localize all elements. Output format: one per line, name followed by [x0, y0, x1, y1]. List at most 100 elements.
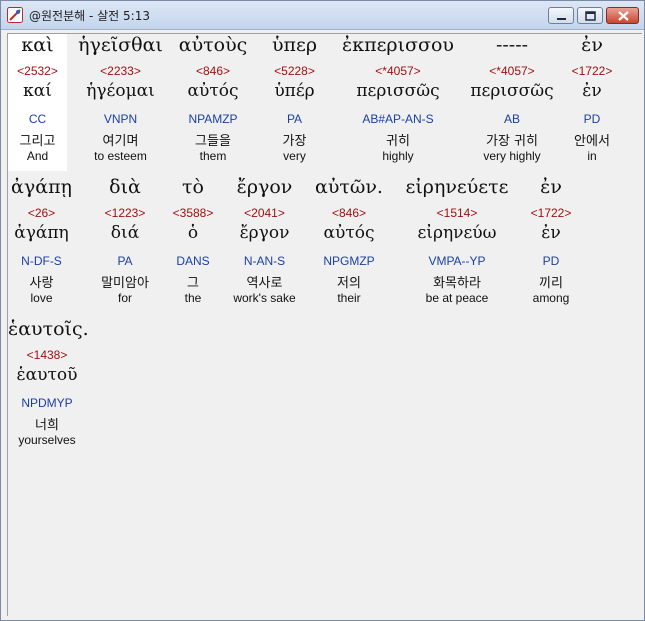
word-kor: 그 [187, 276, 199, 291]
word-num: <1514> [436, 206, 478, 220]
word-column[interactable]: ἔργον <2041> ἔργον N-AN-S 역사로 work's sake [221, 176, 308, 312]
word-num: <2233> [100, 64, 141, 78]
word-kor: 가장 귀히 [486, 134, 538, 149]
word-greek: ἀγάπῃ [11, 176, 72, 198]
word-greek: ἐν [581, 34, 603, 56]
word-column[interactable]: ἐν <1722> ἐν PD 끼리 among [521, 176, 581, 312]
word-eng: be at peace [425, 291, 489, 305]
word-eng: their [337, 291, 361, 305]
word-num: <846> [331, 206, 367, 220]
word-lemma: ἑαυτοῦ [16, 365, 78, 385]
word-column[interactable]: τὸ <3588> ὁ DANS 그 the [168, 176, 218, 312]
word-lemma: ὑπέρ [274, 81, 315, 101]
word-kor: 화목하라 [433, 276, 481, 291]
word-greek: καὶ [21, 34, 54, 56]
word-column[interactable]: ὑπερ <5228> ὑπέρ PA 가장 very [263, 34, 326, 170]
word-kor: 귀히 [386, 134, 410, 149]
word-greek: ἔργον [236, 176, 293, 198]
word-eng: them [199, 149, 227, 163]
word-parse: PA [117, 254, 133, 268]
word-kor: 그리고 [19, 134, 56, 149]
word-lemma: αὐτός [187, 81, 239, 101]
word-eng: very highly [483, 149, 541, 163]
word-greek: ἑαυτοῖς. [8, 318, 89, 340]
word-num: <1722> [571, 64, 613, 78]
word-column[interactable]: ἡγεῖσθαι <2233> ἡγέομαι VNPN 여기며 to esteem [67, 34, 174, 170]
word-num: <5228> [274, 64, 315, 78]
window-title: @원전분해 - 살전 5:13 [29, 9, 150, 23]
app-window: @원전분해 - 살전 5:13 καὶ <2532> καί CC 그리고 And ἡγεῖ… [0, 0, 645, 621]
word-lemma: ἔργον [239, 223, 290, 243]
word-greek: ὑπερ [271, 34, 318, 56]
word-parse: VNPN [103, 112, 138, 126]
word-lemma: εἰρηνεύω [417, 223, 497, 243]
close-button[interactable] [606, 7, 639, 24]
app-icon [7, 7, 23, 23]
word-greek: τὸ [182, 176, 204, 198]
title-bar[interactable]: @원전분해 - 살전 5:13 [1, 1, 644, 30]
word-num: <2532> [17, 64, 58, 78]
word-num: <3588> [172, 206, 214, 220]
word-parse: PA [286, 112, 303, 126]
word-greek: διὰ [109, 176, 141, 198]
word-eng: for [117, 291, 132, 305]
word-kor: 저의 [337, 276, 361, 291]
word-lemma: αὐτός [323, 223, 375, 243]
word-eng: to esteem [94, 149, 147, 163]
word-lemma: ἐν [582, 81, 602, 101]
word-lemma: ἐν [541, 223, 561, 243]
word-parse: NPAMZP [188, 112, 238, 126]
word-eng: very [283, 149, 306, 163]
word-kor: 사랑 [29, 276, 54, 291]
word-column[interactable]: ----- <*4057> περισσῶς AB 가장 귀히 very highly [463, 34, 561, 170]
word-parse: NPDMYP [21, 396, 73, 410]
word-parse: AB [503, 112, 520, 126]
word-parse: VMPA--YP [428, 254, 486, 268]
word-num: <26> [27, 206, 56, 220]
word-lemma: καί [23, 81, 52, 101]
word-kor: 역사로 [246, 276, 283, 291]
word-kor: 그들을 [195, 134, 231, 149]
word-column[interactable]: ἐκπερισσου <*4057> περισσῶς AB#AP-AN-S 귀히 hig… [333, 34, 463, 170]
word-eng: highly [382, 149, 414, 163]
word-num: <1223> [104, 206, 146, 220]
word-greek: αὐτῶν. [315, 176, 383, 198]
word-parse: DANS [176, 254, 210, 268]
word-greek: ἐν [540, 176, 562, 198]
minimize-icon [557, 18, 566, 20]
interlinear-view[interactable]: καὶ <2532> καί CC 그리고 And ἡγεῖσθαι <2233> ἡγέομα… [7, 33, 642, 616]
word-column[interactable]: διὰ <1223> διά PA 말미암아 for [86, 176, 164, 312]
minimize-button[interactable] [548, 7, 574, 24]
word-lemma: περισσῶς [356, 81, 440, 101]
word-column[interactable]: ἀγάπῃ <26> ἀγάπη N-DF-S 사랑 love [8, 176, 75, 312]
word-column[interactable]: αὐτοὺς <846> αὐτός NPAMZP 그들을 them [171, 34, 255, 170]
word-greek: ἐκπερισσου [342, 34, 454, 56]
word-kor: 안에서 [574, 134, 610, 149]
word-parse: N-DF-S [21, 254, 62, 268]
word-num: <846> [195, 64, 231, 78]
word-greek: ἡγεῖσθαι [78, 34, 163, 56]
word-num: <*4057> [489, 64, 535, 78]
word-column[interactable]: ἑαυτοῖς. <1438> ἑαυτοῦ NPDMYP 너희 yourselves [8, 318, 89, 454]
word-num: <1722> [530, 206, 572, 220]
word-eng: among [532, 291, 570, 305]
word-kor: 말미암아 [101, 276, 149, 291]
word-num: <*4057> [375, 64, 421, 78]
word-parse: N-AN-S [243, 254, 286, 268]
word-greek: ----- [495, 34, 529, 56]
word-parse: CC [28, 112, 47, 126]
word-column[interactable]: εἰρηνεύετε <1514> εἰρηνεύω VMPA--YP 화목하라 be a… [398, 176, 516, 312]
word-eng: yourselves [18, 433, 76, 447]
word-num: <2041> [244, 206, 285, 220]
word-kor: 여기며 [102, 134, 139, 149]
word-column[interactable]: καὶ <2532> καί CC 그리고 And [8, 34, 67, 170]
maximize-icon [585, 11, 596, 21]
word-greek: αὐτοὺς [178, 34, 248, 56]
word-lemma: διά [110, 223, 140, 243]
word-column[interactable]: αὐτῶν. <846> αὐτός NPGMZP 저의 their [314, 176, 384, 312]
word-kor: 끼리 [539, 276, 563, 291]
maximize-button[interactable] [577, 7, 603, 24]
word-parse: PD [542, 254, 560, 268]
word-lemma: ἀγάπη [14, 223, 69, 243]
word-column[interactable]: ἐν <1722> ἐν PD 안에서 in [561, 34, 623, 170]
